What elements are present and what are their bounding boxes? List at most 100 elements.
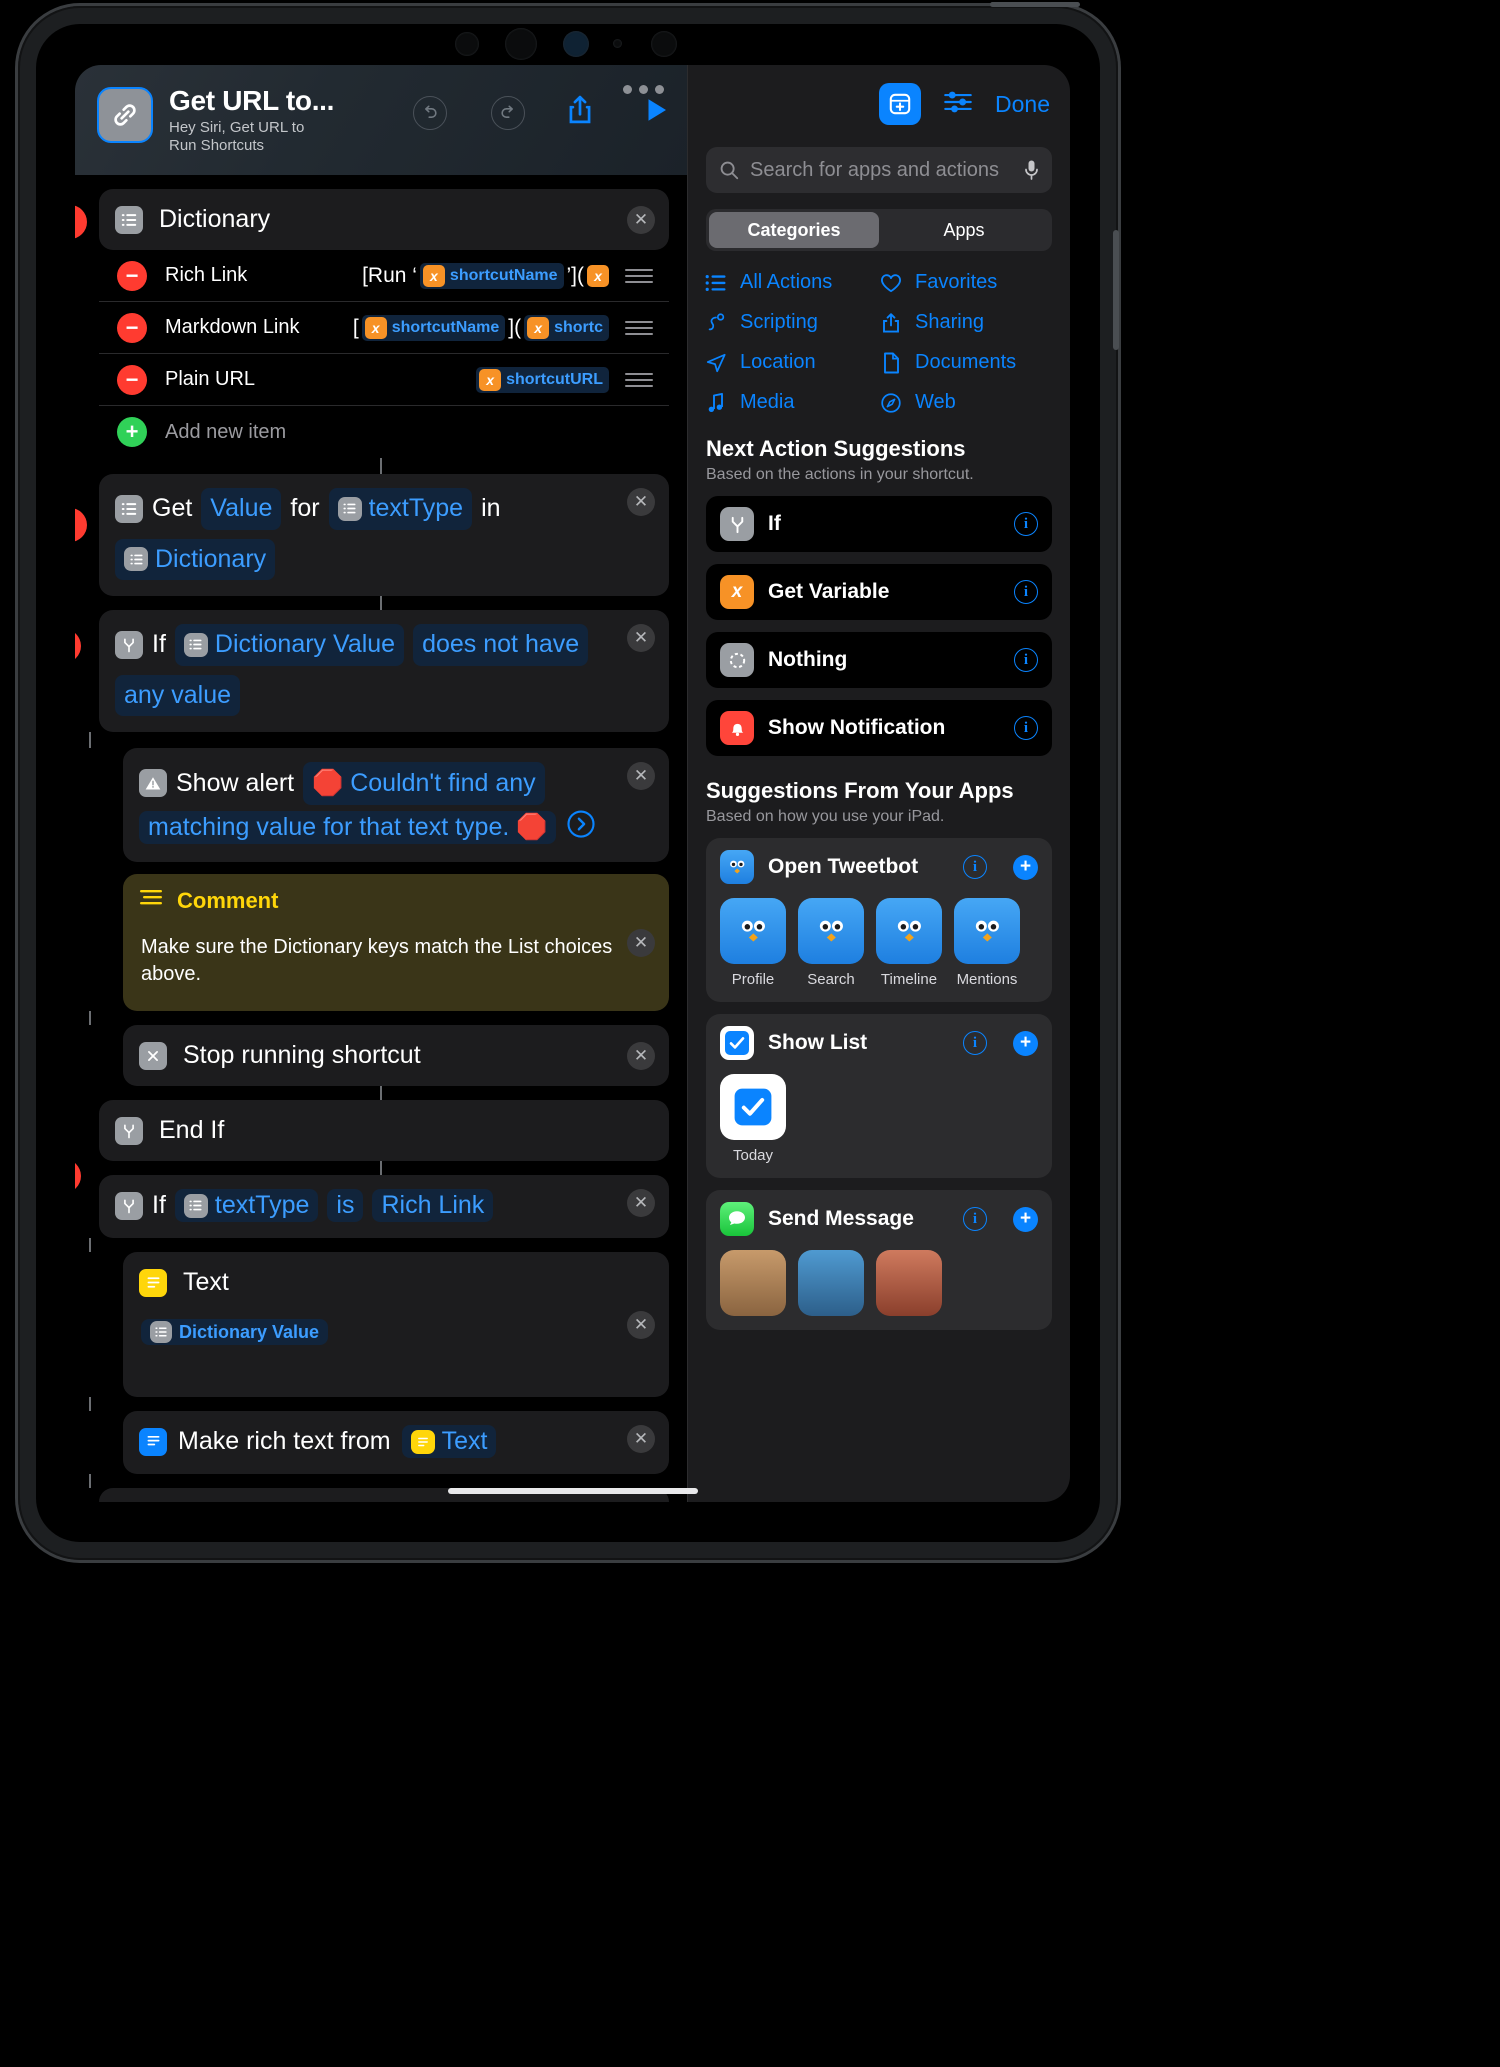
if-subject-token[interactable]: Dictionary Value (174, 624, 405, 666)
tweetbot-tiles[interactable]: Profile Search Timeline Mentions (706, 896, 1052, 1002)
action-get-dictionary-value[interactable]: Get Value for textType in Dictionary ✕ (99, 474, 669, 596)
category-sharing[interactable]: Sharing (879, 311, 1054, 334)
category-scripting[interactable]: Scripting (704, 311, 879, 334)
disclosure-button[interactable] (566, 809, 596, 846)
mic-icon[interactable] (1023, 159, 1040, 181)
if-condition-dropdown[interactable]: does not have (413, 624, 589, 666)
category-web[interactable]: Web (879, 391, 1054, 414)
add-app-action-button[interactable]: + (1013, 1030, 1038, 1056)
dictionary-remove-button[interactable]: ✕ (627, 205, 655, 234)
value-dropdown[interactable]: Value (201, 488, 282, 530)
redo-button[interactable] (491, 95, 525, 130)
dictionary-token[interactable]: Dictionary (115, 538, 276, 580)
filter-button[interactable] (943, 89, 973, 120)
if-remove-button[interactable]: ✕ (627, 624, 655, 652)
action-if-rich-link[interactable]: If textType is Rich Link ✕ (99, 1175, 669, 1239)
action-comment[interactable]: Comment ✕ Make sure the Dictionary keys … (123, 873, 669, 1012)
text-remove-button[interactable]: ✕ (627, 1310, 655, 1339)
power-button[interactable] (990, 2, 1080, 7)
show-list-tiles[interactable]: Today (706, 1072, 1052, 1178)
if-operand-dropdown[interactable]: any value (115, 674, 241, 716)
action-make-rich-text[interactable]: Make rich text from Text ✕ (123, 1411, 669, 1475)
action-end-if[interactable]: End If (99, 1100, 669, 1162)
action-show-alert[interactable]: Show alert 🛑 Couldn't find any matching … (123, 748, 669, 862)
action-if-no-value[interactable]: If Dictionary Value does not have any va… (99, 610, 669, 732)
play-button[interactable] (641, 95, 671, 130)
suggestion-get-variable[interactable]: x Get Variable i (706, 564, 1052, 620)
key-token[interactable]: textType (328, 488, 473, 530)
dictionary-value[interactable]: [Run ‘ x shortcutName ’]( x (362, 262, 609, 289)
tab-apps[interactable]: Apps (879, 212, 1049, 248)
reorder-handle[interactable] (625, 320, 653, 335)
suggestion-nothing[interactable]: Nothing i (706, 632, 1052, 688)
action-dictionary[interactable]: Dictionary ✕ (99, 189, 669, 250)
reorder-handle[interactable] (625, 372, 653, 387)
stop-remove-button[interactable]: ✕ (627, 1041, 655, 1070)
category-all-actions[interactable]: All Actions (704, 271, 879, 294)
make-rich-text-remove-button[interactable]: ✕ (627, 1425, 655, 1454)
tile-contact[interactable] (720, 1250, 786, 1316)
dictionary-row-rich-link[interactable]: − Rich Link [Run ‘ x shortcutName ’]( x (99, 250, 669, 302)
app-card-show-list[interactable]: Show List i + Today (706, 1014, 1052, 1178)
add-icon[interactable]: + (117, 417, 147, 447)
rich-text-source-token[interactable]: Text (401, 1425, 497, 1459)
action-text[interactable]: Text ✕ Dictionary Value (123, 1252, 669, 1398)
library-segmented-control[interactable]: Categories Apps (706, 209, 1052, 251)
tile-contact[interactable] (876, 1250, 942, 1316)
category-grid[interactable]: All Actions Favorites Scripting Sharing … (704, 271, 1054, 414)
shortcut-title[interactable]: Get URL to... (169, 87, 334, 115)
suggestion-if[interactable]: If i (706, 496, 1052, 552)
category-location[interactable]: Location (704, 351, 879, 374)
tile-today[interactable]: Today (720, 1074, 786, 1164)
add-app-action-button[interactable]: + (1013, 854, 1038, 880)
dictionary-value[interactable]: x shortcutURL (476, 366, 609, 393)
info-button[interactable]: i (1014, 648, 1038, 672)
alert-message-line1[interactable]: 🛑 Couldn't find any (303, 762, 545, 805)
search-input[interactable]: Search for apps and actions (750, 159, 1013, 182)
tile-profile[interactable]: Profile (720, 898, 786, 988)
if-operand-dropdown[interactable]: Rich Link (372, 1189, 494, 1223)
undo-button[interactable] (413, 95, 447, 130)
home-indicator[interactable] (447, 1488, 698, 1494)
share-button[interactable] (563, 93, 597, 132)
tab-categories[interactable]: Categories (709, 212, 879, 248)
text-body-token[interactable]: Dictionary Value (141, 1319, 329, 1346)
info-button[interactable]: i (963, 1207, 987, 1231)
done-button[interactable]: Done (995, 91, 1050, 118)
info-button[interactable]: i (963, 855, 987, 879)
dictionary-items[interactable]: − Rich Link [Run ‘ xshortcutName ’]( x (99, 250, 669, 458)
remove-icon[interactable]: − (117, 364, 147, 395)
dictionary-row-plain-url[interactable]: − Plain URL x shortcutURL (99, 354, 669, 406)
tile-contact[interactable] (798, 1250, 864, 1316)
dictionary-row-markdown-link[interactable]: − Markdown Link [ x shortcutName ]( x shor… (99, 302, 669, 354)
info-button[interactable]: i (1014, 716, 1038, 740)
comment-remove-button[interactable]: ✕ (627, 928, 655, 957)
info-button[interactable]: i (1014, 580, 1038, 604)
category-favorites[interactable]: Favorites (879, 271, 1054, 294)
dictionary-value[interactable]: [ x shortcutName ]( x shortc (353, 314, 609, 341)
add-action-button[interactable] (879, 83, 922, 125)
if-remove-button[interactable]: ✕ (627, 1189, 655, 1218)
volume-button[interactable] (1113, 230, 1119, 350)
remove-icon[interactable]: − (117, 312, 147, 343)
alert-message-line2[interactable]: matching value for that text type. 🛑 (139, 810, 557, 844)
remove-icon[interactable]: − (117, 260, 147, 291)
category-documents[interactable]: Documents (879, 351, 1054, 374)
send-message-tiles[interactable] (706, 1248, 1052, 1330)
app-card-send-message[interactable]: Send Message i + (706, 1190, 1052, 1330)
app-card-tweetbot[interactable]: Open Tweetbot i + Profile Search Timelin… (706, 838, 1052, 1002)
search-bar[interactable]: Search for apps and actions (706, 147, 1052, 193)
tile-mentions[interactable]: Mentions (954, 898, 1020, 988)
more-options-button[interactable] (623, 85, 664, 94)
dictionary-add-new-item[interactable]: + Add new item (99, 406, 669, 458)
action-stop-shortcut[interactable]: Stop running shortcut ✕ (123, 1025, 669, 1087)
reorder-handle[interactable] (625, 268, 653, 283)
shortcut-icon[interactable] (97, 87, 153, 143)
action-list[interactable]: Dictionary ✕ − Rich Link [Run ‘ x shortcu… (75, 175, 687, 1502)
comment-body[interactable]: Make sure the Dictionary keys match the … (123, 928, 669, 1012)
if-condition-dropdown[interactable]: is (327, 1189, 364, 1223)
tile-timeline[interactable]: Timeline (876, 898, 942, 988)
show-alert-remove-button[interactable]: ✕ (627, 762, 655, 790)
info-button[interactable]: i (963, 1031, 987, 1055)
tile-search[interactable]: Search (798, 898, 864, 988)
